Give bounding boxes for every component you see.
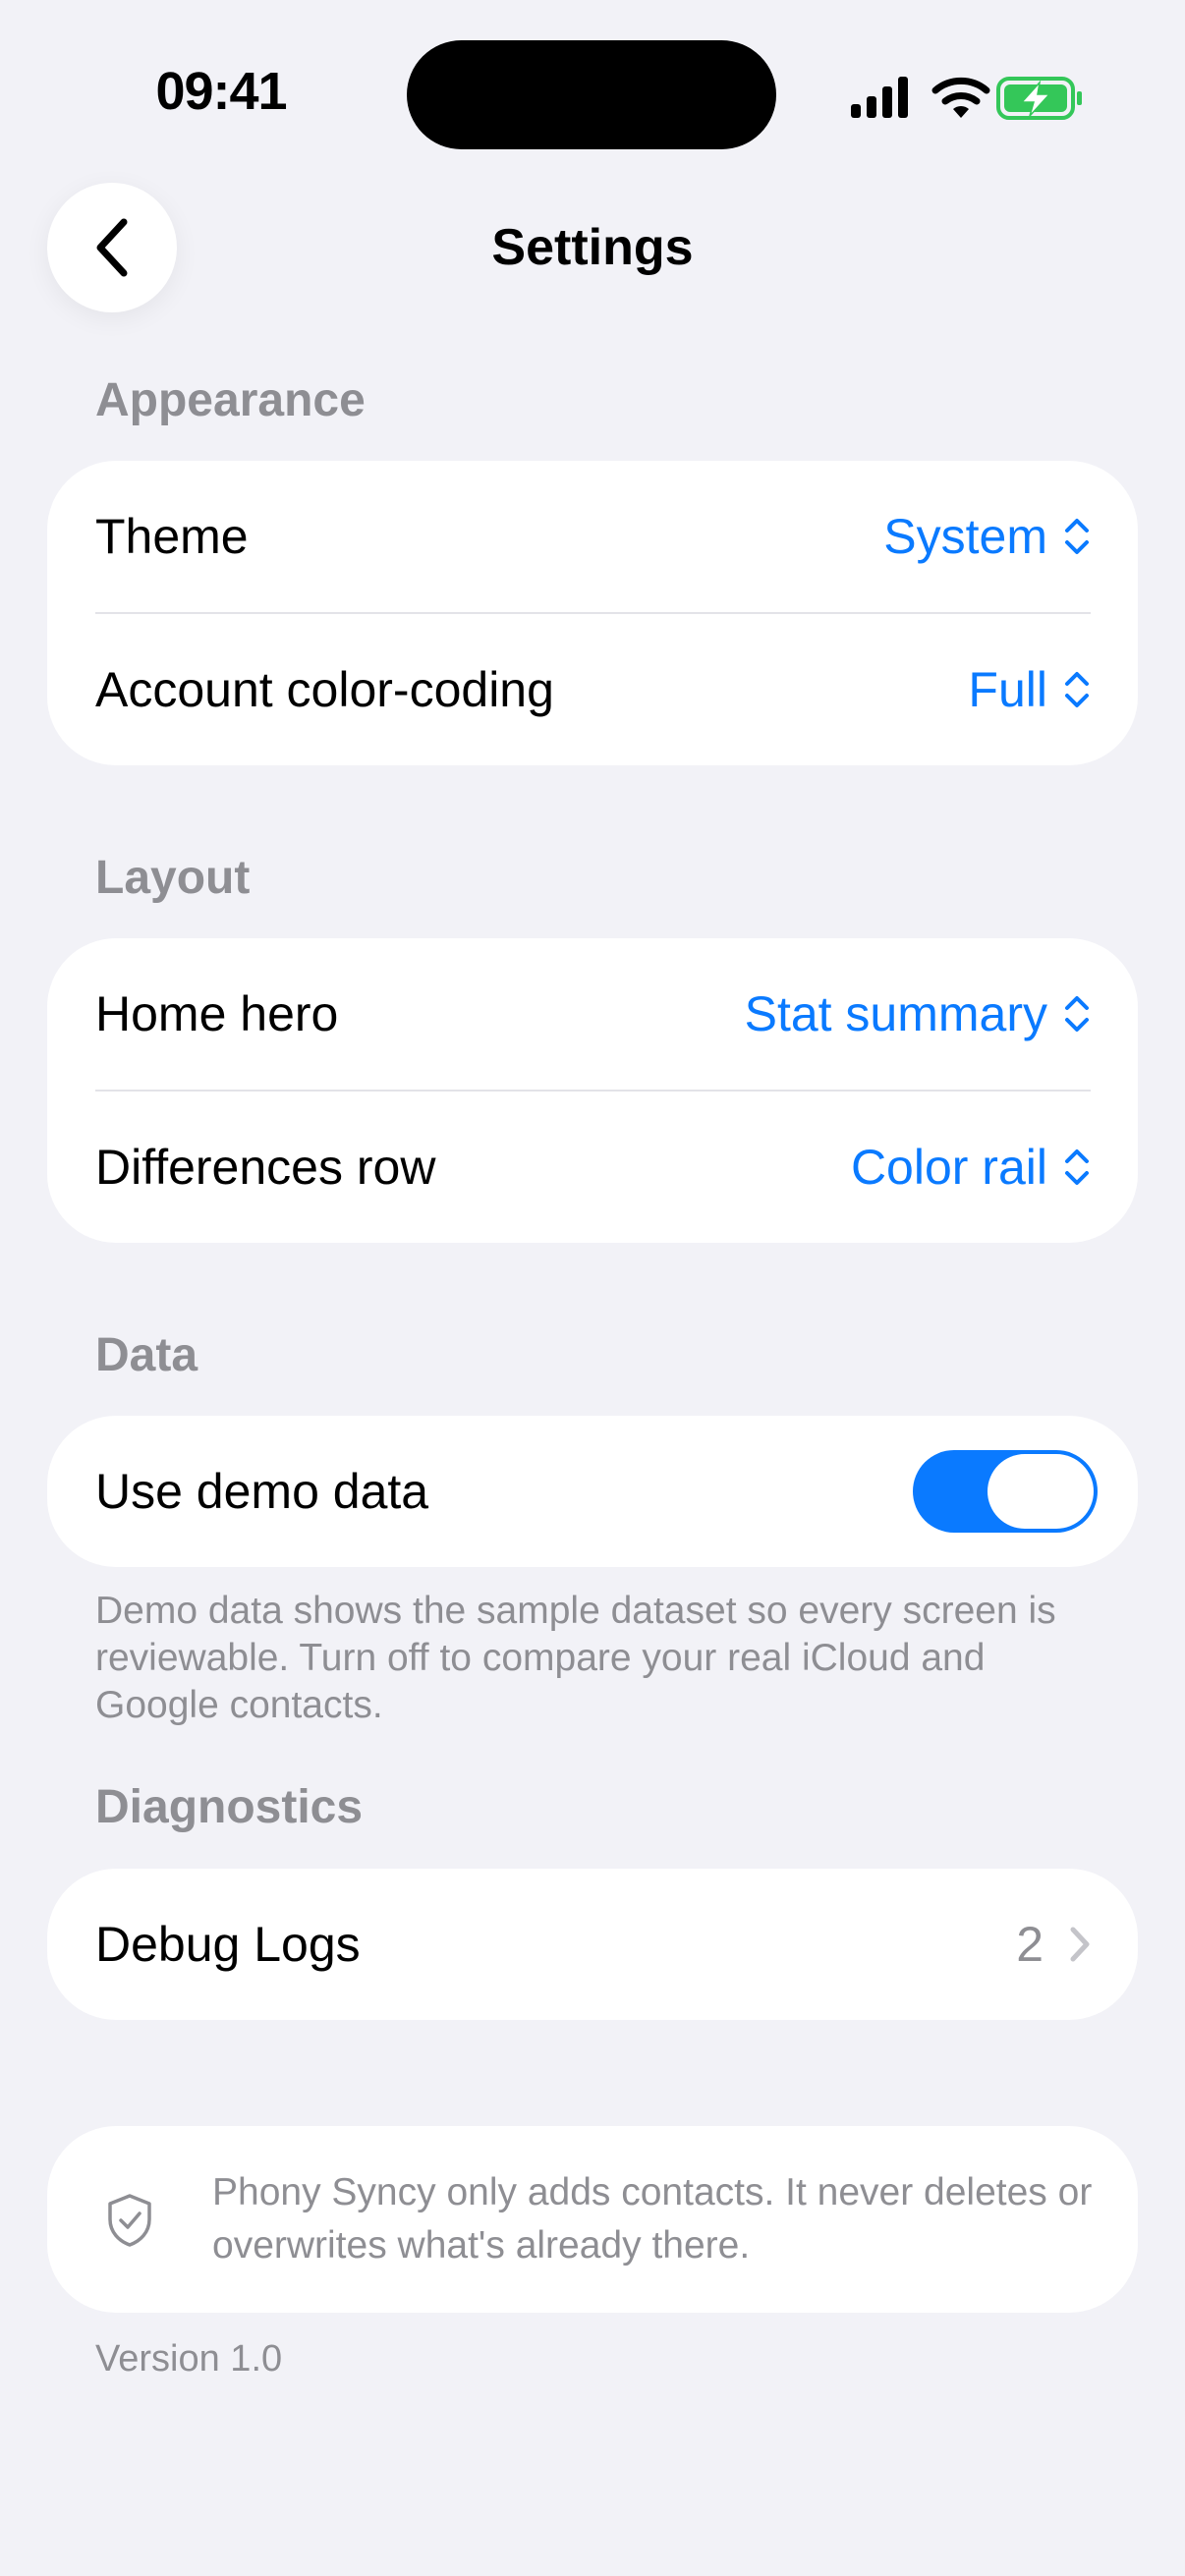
- color-coding-picker[interactable]: Full: [968, 661, 1091, 718]
- page-title: Settings: [491, 219, 694, 276]
- home-hero-value: Stat summary: [744, 986, 1047, 1041]
- wifi-icon: [931, 77, 990, 118]
- status-icons: [851, 77, 1082, 120]
- battery-charging-icon: [996, 77, 1082, 120]
- home-hero-row[interactable]: Home hero Stat summary: [47, 938, 1138, 1090]
- home-hero-label: Home hero: [95, 986, 339, 1041]
- layout-card: Home hero Stat summary Differences row C…: [47, 938, 1138, 1243]
- theme-picker[interactable]: System: [883, 508, 1091, 565]
- demo-data-footnote: Demo data shows the sample dataset so ev…: [95, 1590, 1056, 1726]
- debug-logs-count-wrap: 2: [1016, 1916, 1091, 1973]
- chevron-up-down-icon: [1065, 672, 1089, 707]
- differences-row-label: Differences row: [95, 1140, 436, 1195]
- chevron-right-icon: [1070, 1927, 1090, 1962]
- info-text: Phony Syncy only adds contacts. It never…: [212, 2171, 1093, 2267]
- status-time: 09:41: [155, 62, 287, 121]
- toggle-knob: [988, 1454, 1094, 1529]
- data-card: Use demo data: [47, 1416, 1138, 1567]
- chevron-up-down-icon: [1065, 519, 1089, 554]
- color-coding-label: Account color-coding: [95, 662, 554, 717]
- chevron-left-icon: [96, 218, 128, 277]
- theme-row[interactable]: Theme System: [47, 461, 1138, 612]
- diagnostics-card: Debug Logs 2: [47, 1869, 1138, 2020]
- chevron-up-down-icon: [1065, 1149, 1089, 1185]
- theme-value: System: [883, 509, 1047, 564]
- back-button[interactable]: [47, 183, 177, 312]
- shield-check-icon: [108, 2194, 151, 2247]
- differences-row-value: Color rail: [850, 1140, 1047, 1195]
- differences-row-picker[interactable]: Color rail: [851, 1139, 1091, 1196]
- chevron-up-down-icon: [1065, 996, 1089, 1032]
- use-demo-data-label: Use demo data: [95, 1464, 429, 1519]
- section-header-layout: Layout: [95, 852, 251, 904]
- debug-logs-count: 2: [1016, 1917, 1044, 1972]
- home-hero-picker[interactable]: Stat summary: [745, 985, 1091, 1042]
- theme-label: Theme: [95, 509, 249, 564]
- signal-icon: [851, 77, 908, 118]
- debug-logs-label: Debug Logs: [95, 1917, 361, 1972]
- version-label: Version 1.0: [95, 2338, 283, 2380]
- section-header-appearance: Appearance: [95, 374, 366, 426]
- section-header-diagnostics: Diagnostics: [95, 1781, 364, 1833]
- color-coding-value: Full: [968, 662, 1047, 717]
- dynamic-island: [407, 40, 776, 149]
- section-header-data: Data: [95, 1329, 198, 1381]
- differences-row-row[interactable]: Differences row Color rail: [47, 1092, 1138, 1243]
- use-demo-data-toggle[interactable]: [913, 1450, 1098, 1533]
- use-demo-data-row: Use demo data: [47, 1416, 1138, 1567]
- color-coding-row[interactable]: Account color-coding Full: [47, 614, 1138, 765]
- debug-logs-row[interactable]: Debug Logs 2: [47, 1869, 1138, 2020]
- appearance-card: Theme System Account color-coding Full: [47, 461, 1138, 765]
